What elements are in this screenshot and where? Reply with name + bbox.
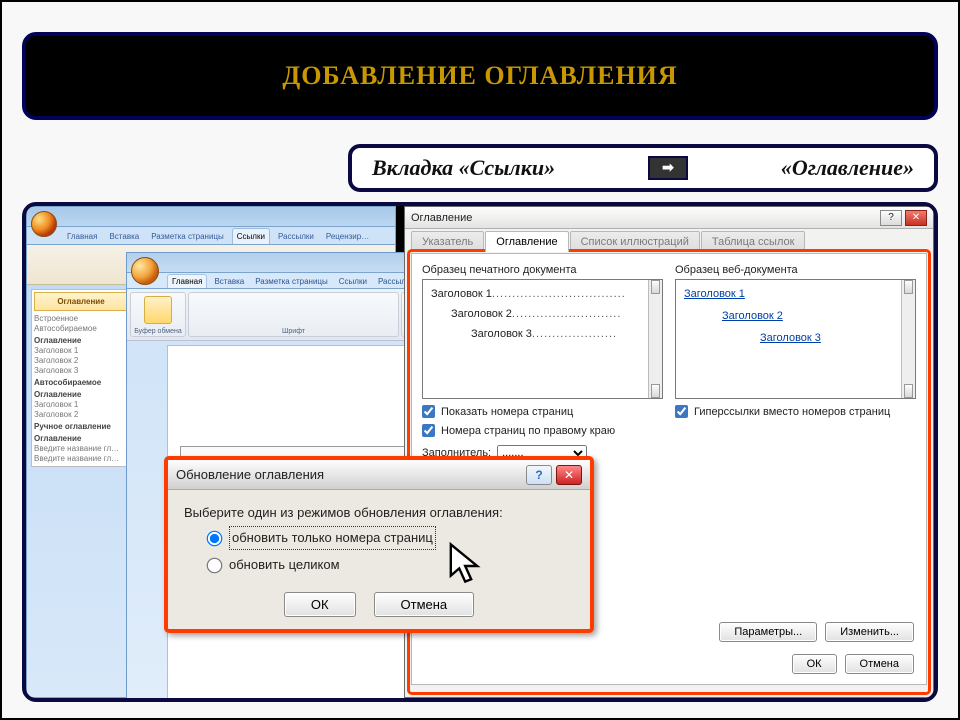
update-dialog-title: Обновление оглавления	[176, 467, 324, 482]
chk-show-page-numbers[interactable]: Показать номера страниц	[422, 405, 663, 418]
cancel-button[interactable]: Отмена	[845, 654, 914, 674]
help-icon[interactable]: ?	[526, 465, 552, 485]
tab-layout[interactable]: Разметка страницы	[251, 275, 332, 288]
tab-insert[interactable]: Вставка	[210, 275, 248, 288]
close-icon[interactable]: ✕	[556, 465, 582, 485]
ribbon-tabs-back[interactable]: Главная Вставка Разметка страницы Ссылки…	[27, 227, 395, 245]
tab-figures[interactable]: Список иллюстраций	[570, 231, 700, 252]
scrollbar[interactable]	[648, 280, 662, 398]
update-dialog-titlebar[interactable]: Обновление оглавления ? ✕	[168, 460, 590, 490]
toc-dialog-title: Оглавление	[411, 212, 472, 224]
toc-dialog-titlebar[interactable]: Оглавление ? ✕	[405, 207, 933, 229]
tab-references[interactable]: Ссылки	[232, 228, 270, 244]
toc-gallery[interactable]: Оглавление Встроенное Автособираемое Огл…	[31, 289, 131, 467]
office-orb-icon[interactable]	[31, 211, 57, 237]
web-preview-box: Заголовок 1 Заголовок 2 Заголовок 3	[675, 279, 916, 399]
web-link-2[interactable]: Заголовок 2	[702, 310, 907, 322]
tab-layout[interactable]: Разметка страницы	[147, 229, 228, 244]
tab-references[interactable]: Ссылки	[335, 275, 371, 288]
update-prompt: Выберите один из режимов обновления огла…	[184, 502, 574, 524]
update-toc-dialog: Обновление оглавления ? ✕ Выберите один …	[164, 456, 594, 633]
tab-authorities[interactable]: Таблица ссылок	[701, 231, 806, 252]
chk-right-align[interactable]: Номера страниц по правому краю	[422, 424, 663, 437]
toc-gallery-button[interactable]: Оглавление	[34, 292, 128, 311]
breadcrumb-left: Вкладка «Ссылки»	[372, 155, 555, 181]
opt-update-page-numbers[interactable]: обновить только номера страниц	[184, 524, 574, 552]
ok-button[interactable]: ОК	[792, 654, 837, 674]
web-link-3[interactable]: Заголовок 3	[720, 332, 907, 344]
arrow-right-icon	[648, 156, 688, 180]
opt-update-entire[interactable]: обновить целиком	[184, 552, 574, 578]
tab-mailings[interactable]: Рассылки	[274, 229, 318, 244]
web-link-1[interactable]: Заголовок 1	[684, 288, 907, 300]
tab-home[interactable]: Главная	[63, 229, 101, 244]
tab-index[interactable]: Указатель	[411, 231, 484, 252]
cancel-button[interactable]: Отмена	[374, 592, 475, 617]
tab-review[interactable]: Рецензир…	[322, 229, 373, 244]
toc-dialog-tabs[interactable]: Указатель Оглавление Список иллюстраций …	[405, 229, 933, 252]
help-icon[interactable]: ?	[880, 210, 902, 226]
paste-button-icon[interactable]	[144, 296, 172, 324]
breadcrumb-right: «Оглавление»	[781, 155, 914, 181]
stage: Главная Вставка Разметка страницы Ссылки…	[22, 202, 938, 702]
close-icon[interactable]: ✕	[905, 210, 927, 226]
breadcrumb: Вкладка «Ссылки» «Оглавление»	[348, 144, 938, 192]
web-preview-caption: Образец веб-документа	[675, 264, 916, 276]
slide-title: ДОБАВЛЕНИЕ ОГЛАВЛЕНИЯ	[282, 61, 677, 91]
tab-home[interactable]: Главная	[167, 274, 207, 288]
print-preview-box: Заголовок 1.............................…	[422, 279, 663, 399]
quick-access-toolbar[interactable]	[27, 207, 395, 227]
ribbon-group-clipboard[interactable]: Буфер обмена	[130, 292, 186, 337]
params-button[interactable]: Параметры...	[719, 622, 817, 642]
slide-title-bar: ДОБАВЛЕНИЕ ОГЛАВЛЕНИЯ	[22, 32, 938, 120]
edit-button[interactable]: Изменить...	[825, 622, 914, 642]
chk-hyperlinks[interactable]: Гиперссылки вместо номеров страниц	[675, 405, 916, 418]
ok-button[interactable]: ОК	[284, 592, 356, 617]
tab-toc[interactable]: Оглавление	[485, 231, 568, 252]
tab-insert[interactable]: Вставка	[105, 229, 143, 244]
scrollbar[interactable]	[901, 280, 915, 398]
print-preview-caption: Образец печатного документа	[422, 264, 663, 276]
ribbon-group-font[interactable]: Шрифт	[188, 292, 399, 337]
office-orb-icon[interactable]	[131, 257, 159, 285]
